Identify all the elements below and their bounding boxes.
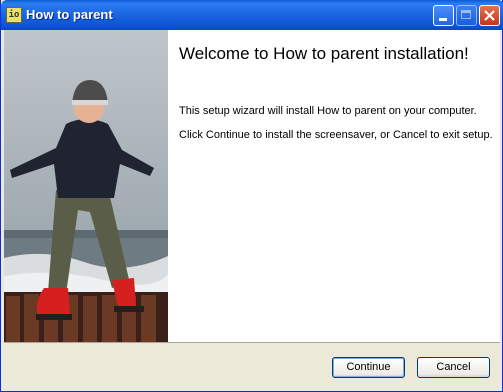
wizard-side-image (4, 30, 168, 342)
title-bar[interactable]: io How to parent (1, 0, 503, 30)
continue-instruction: Click Continue to install the screensave… (179, 129, 493, 141)
window-title: How to parent (26, 7, 113, 22)
installer-window: io How to parent Welcome to How to paren… (0, 0, 503, 392)
install-description: This setup wizard will install How to pa… (179, 105, 477, 117)
close-button[interactable] (479, 5, 500, 26)
maximize-button (456, 5, 477, 26)
app-icon: io (6, 7, 22, 23)
continue-button[interactable]: Continue (332, 357, 405, 378)
welcome-heading: Welcome to How to parent installation! (179, 44, 469, 63)
button-divider (4, 342, 500, 343)
minimize-button[interactable] (433, 5, 454, 26)
cancel-button[interactable]: Cancel (417, 357, 490, 378)
close-icon (484, 10, 495, 21)
welcome-panel: Welcome to How to parent installation! T… (168, 30, 500, 342)
wizard-content: Welcome to How to parent installation! T… (4, 30, 500, 342)
